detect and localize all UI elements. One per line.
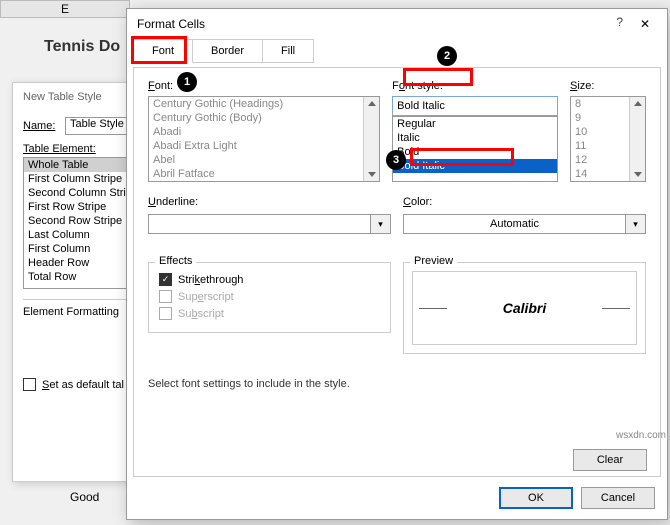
ok-button[interactable]: OK xyxy=(499,487,573,509)
tab-strip: Font Border Fill xyxy=(127,39,667,63)
preview-label: Preview xyxy=(410,255,457,267)
preview-box: Calibri xyxy=(412,271,637,345)
sheet-title: Tennis Do xyxy=(44,38,120,56)
list-item[interactable]: Abadi Extra Light xyxy=(149,139,379,153)
list-item[interactable]: Century Gothic (Headings) xyxy=(149,97,379,111)
font-panel: Font: Century Gothic (Headings) Century … xyxy=(133,67,661,477)
scrollbar[interactable] xyxy=(629,97,645,181)
instruction-text: Select font settings to include in the s… xyxy=(148,378,646,390)
list-item[interactable]: Regular xyxy=(393,117,557,131)
list-item[interactable]: Italic xyxy=(393,131,557,145)
list-item[interactable]: Abril Fatface xyxy=(149,167,379,181)
list-item[interactable]: Bold xyxy=(393,145,557,159)
superscript-checkbox[interactable] xyxy=(159,290,172,303)
format-cells-dialog: Format Cells ? ✕ Font Border Fill Font: … xyxy=(126,8,668,520)
subscript-label: Subscript xyxy=(178,308,224,320)
font-style-listbox[interactable]: Regular Italic Bold Bold Italic xyxy=(392,116,558,182)
cancel-button[interactable]: Cancel xyxy=(581,487,655,509)
underline-dropdown[interactable]: ▾ xyxy=(148,214,391,234)
list-item[interactable]: Abel xyxy=(149,153,379,167)
preview-group: Preview Calibri xyxy=(403,262,646,354)
font-style-label: Font style: xyxy=(392,80,443,92)
underline-label: Underline: xyxy=(148,196,198,208)
effects-label: Effects xyxy=(155,255,196,267)
tab-fill[interactable]: Fill xyxy=(262,39,314,63)
dialog-title: Format Cells xyxy=(137,17,205,31)
font-style-input[interactable] xyxy=(392,96,558,116)
step-badge-2: 2 xyxy=(437,46,457,66)
strikethrough-label: Strikethrough xyxy=(178,274,243,286)
strikethrough-checkbox[interactable] xyxy=(159,273,172,286)
help-icon[interactable]: ? xyxy=(616,15,623,29)
font-listbox[interactable]: Century Gothic (Headings) Century Gothic… xyxy=(148,96,380,182)
list-item[interactable]: Abadi xyxy=(149,125,379,139)
subscript-checkbox[interactable] xyxy=(159,307,172,320)
list-item[interactable]: Century Gothic (Body) xyxy=(149,111,379,125)
list-item[interactable]: Bold Italic xyxy=(393,159,557,173)
size-label: Size: xyxy=(570,80,594,92)
default-checkbox[interactable] xyxy=(23,378,36,391)
scrollbar[interactable] xyxy=(363,97,379,181)
size-listbox[interactable]: 8 9 10 11 12 14 xyxy=(570,96,646,182)
column-header: E xyxy=(0,0,130,18)
clear-button[interactable]: Clear xyxy=(573,449,647,471)
tab-border[interactable]: Border xyxy=(192,39,263,63)
step-badge-1: 1 xyxy=(177,72,197,92)
superscript-label: Superscript xyxy=(178,291,234,303)
chevron-down-icon[interactable]: ▾ xyxy=(626,214,646,234)
tab-font[interactable]: Font xyxy=(133,39,193,63)
watermark: wsxdn.com xyxy=(616,430,666,441)
underline-value xyxy=(148,214,371,234)
color-dropdown[interactable]: Automatic ▾ xyxy=(403,214,646,234)
name-label: Name: xyxy=(23,120,65,132)
step-badge-3: 3 xyxy=(386,150,406,170)
default-label: Set as default tal xyxy=(42,379,124,391)
close-icon[interactable]: ✕ xyxy=(629,13,661,35)
effects-group: Effects Strikethrough Superscript Subscr… xyxy=(148,262,391,333)
font-label: Font: xyxy=(148,80,173,92)
chevron-down-icon[interactable]: ▾ xyxy=(371,214,391,234)
color-value: Automatic xyxy=(403,214,626,234)
titlebar: Format Cells ? ✕ xyxy=(127,9,667,39)
good-text: Good xyxy=(70,490,99,504)
color-label: Color: xyxy=(403,196,432,208)
